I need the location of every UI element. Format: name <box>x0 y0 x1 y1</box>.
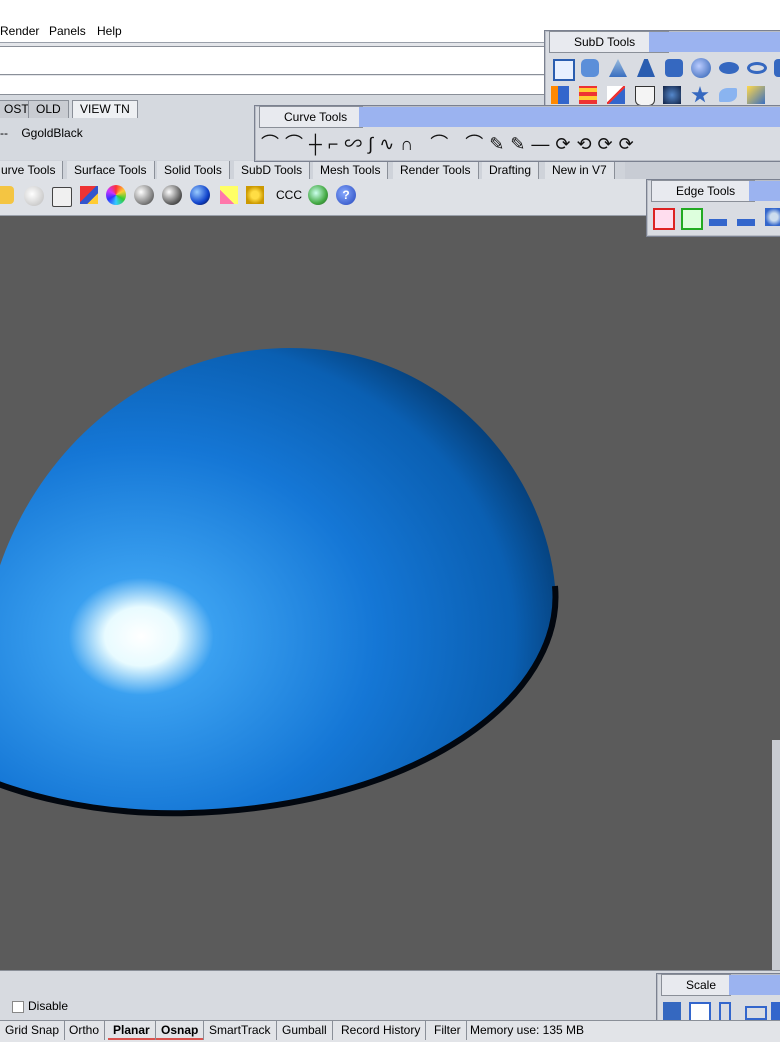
light-bulb-icon[interactable] <box>24 186 44 206</box>
disable-label: Disable <box>28 999 69 1013</box>
status-osnap[interactable]: Osnap <box>156 1021 205 1040</box>
menu-render[interactable]: Render <box>0 24 39 38</box>
scale-extra-icon[interactable] <box>771 1002 780 1020</box>
subd-bar-icon[interactable] <box>551 86 569 104</box>
gear-cluster-icon[interactable] <box>246 186 264 204</box>
subd-cup-icon[interactable] <box>635 86 655 106</box>
ccc-icon[interactable]: CCC <box>276 188 302 202</box>
subd-leaf-icon[interactable] <box>719 88 737 102</box>
edge-settings-icon[interactable] <box>765 208 780 226</box>
dome-render <box>0 348 559 817</box>
subd-cone-icon[interactable] <box>609 59 627 77</box>
status-gumball[interactable]: Gumball <box>277 1021 333 1040</box>
status-grid-snap[interactable]: Grid Snap <box>0 1021 66 1040</box>
subd-tools-title-text: SubD Tools <box>574 35 636 49</box>
disable-checkbox[interactable] <box>12 1001 24 1013</box>
menu-help[interactable]: Help <box>97 24 122 38</box>
viewport-name: -- GgoldBlack <box>0 126 83 140</box>
subd-tools-panel: SubD Tools <box>544 30 780 114</box>
command-input[interactable] <box>0 76 560 95</box>
edge-tools-title[interactable]: Edge Tools <box>651 180 755 202</box>
subd-sphere-icon[interactable] <box>691 58 711 78</box>
subd-twist-icon[interactable] <box>663 86 681 104</box>
subd-torus-icon[interactable] <box>747 62 767 74</box>
dome-shape <box>0 348 556 814</box>
viewport-scrollbar[interactable] <box>772 740 780 970</box>
subd-barrel-icon[interactable] <box>665 59 683 77</box>
subd-starshape-icon[interactable] <box>691 86 709 103</box>
status-memory: Memory use: 135 MB <box>470 1023 585 1037</box>
tab-solid-tools[interactable]: Solid Tools <box>157 161 230 179</box>
edge-box-green-icon[interactable] <box>681 208 703 230</box>
command-history[interactable] <box>0 46 561 75</box>
menu-panels[interactable]: Panels <box>49 24 86 38</box>
scale-titlebar[interactable] <box>729 975 780 995</box>
subd-star-icon[interactable] <box>607 86 625 104</box>
render-sphere-icon[interactable] <box>162 185 182 205</box>
curve-tools-panel: Curve Tools ⌒⌒┼⌐∽∫∿∩ ⌒ ⌒✎✎—⟳⟲⟳⟳ <box>254 105 780 162</box>
edge-tools-panel: Edge Tools <box>646 179 780 237</box>
view-tab-old[interactable]: OLD <box>28 100 69 118</box>
globe-icon[interactable] <box>308 185 328 205</box>
curve-tools-icons[interactable]: ⌒⌒┼⌐∽∫∿∩ ⌒ ⌒✎✎—⟳⟲⟳⟳ <box>261 130 640 156</box>
status-ortho[interactable]: Ortho <box>64 1021 106 1040</box>
curve-tools-title-text: Curve Tools <box>284 110 348 124</box>
edge-box-red-icon[interactable] <box>653 208 675 230</box>
tab-mesh-tools[interactable]: Mesh Tools <box>313 161 389 179</box>
status-record-history[interactable]: Record History <box>336 1021 427 1040</box>
lock-icon[interactable] <box>52 187 72 207</box>
subd-extra-icon[interactable] <box>774 59 780 77</box>
scale-3d-icon[interactable] <box>663 1002 681 1020</box>
spotlight-icon[interactable] <box>220 186 238 204</box>
status-planar[interactable]: Planar <box>108 1021 156 1040</box>
subd-grid-icon[interactable] <box>579 86 597 104</box>
subd-ellipsoid-icon[interactable] <box>719 62 739 74</box>
subd-cylinder-icon[interactable] <box>581 59 599 77</box>
curve-tools-titlebar[interactable] <box>359 107 780 127</box>
sun-icon[interactable] <box>0 186 14 204</box>
help-icon[interactable]: ? <box>336 185 356 205</box>
scale-title[interactable]: Scale <box>661 974 731 996</box>
layer-icon[interactable] <box>80 186 98 204</box>
subd-box-icon[interactable] <box>553 59 575 81</box>
subd-gem-icon[interactable] <box>747 86 765 104</box>
viewport-name-prefix: -- <box>0 126 8 140</box>
tab-subd-tools[interactable]: SubD Tools <box>234 161 311 179</box>
edge-tools-titlebar[interactable] <box>749 181 780 201</box>
viewport-name-label: GgoldBlack <box>21 126 83 140</box>
perspective-viewport[interactable] <box>0 216 780 970</box>
status-smarttrack[interactable]: SmartTrack <box>204 1021 277 1040</box>
tab-curve-tools[interactable]: urve Tools <box>0 161 64 179</box>
color-wheel-icon[interactable] <box>106 185 126 205</box>
edge-tools-title-text: Edge Tools <box>676 184 736 198</box>
scale-nonuniform-icon[interactable] <box>745 1006 767 1020</box>
view-tab-view-tn[interactable]: VIEW TN <box>72 100 138 118</box>
tab-surface-tools[interactable]: Surface Tools <box>67 161 155 179</box>
edge-split-icon[interactable] <box>709 208 727 226</box>
subd-tools-titlebar[interactable] <box>649 32 780 52</box>
material-sphere-icon[interactable] <box>134 185 154 205</box>
scale-title-text: Scale <box>686 978 717 992</box>
subd-tcone-icon[interactable] <box>637 59 655 77</box>
status-filter[interactable]: Filter <box>429 1021 467 1040</box>
curve-tools-title[interactable]: Curve Tools <box>259 106 363 128</box>
tab-drafting[interactable]: Drafting <box>482 161 540 179</box>
tab-new-in-v7[interactable]: New in V7 <box>545 161 615 179</box>
edge-merge-icon[interactable] <box>737 208 755 226</box>
blue-sphere-icon[interactable] <box>190 185 210 205</box>
tab-render-tools[interactable]: Render Tools <box>393 161 479 179</box>
